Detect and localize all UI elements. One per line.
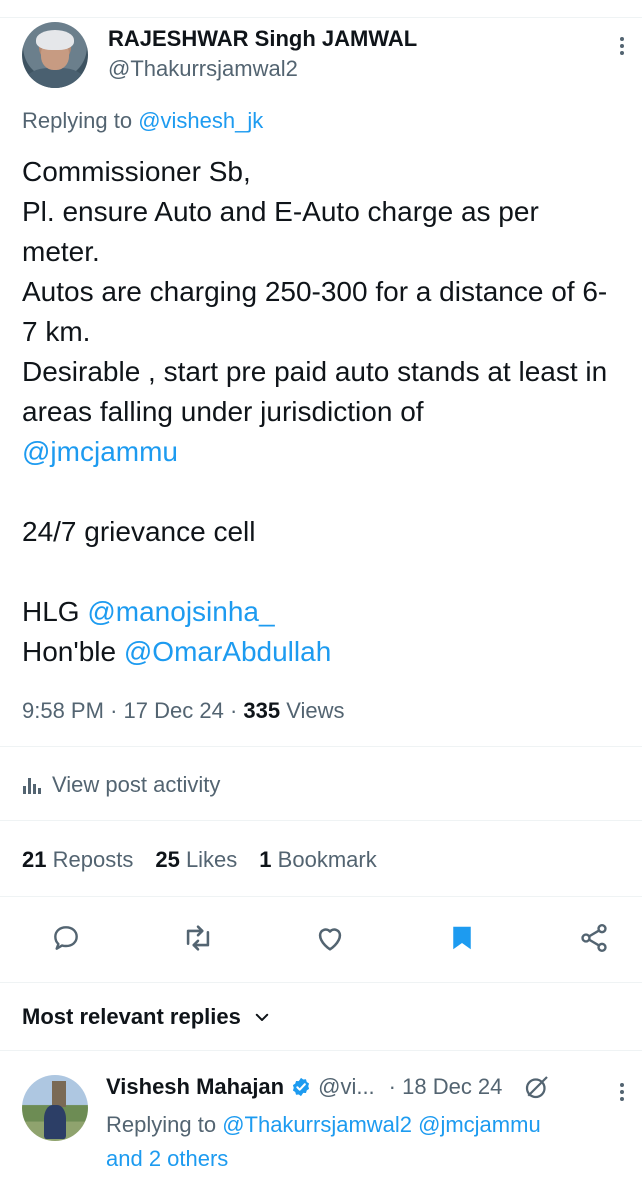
- divider: [0, 982, 642, 983]
- activity-label: View post activity: [52, 772, 221, 797]
- reposts-stat[interactable]: 21 Reposts: [22, 847, 133, 873]
- reposts-count: 21: [22, 847, 47, 872]
- post-line: Desirable , start pre paid auto stands a…: [22, 356, 615, 427]
- divider: [0, 1050, 642, 1051]
- replies-sort-label: Most relevant replies: [22, 1004, 241, 1029]
- reply-replying-prefix: Replying to: [106, 1112, 223, 1137]
- bookmarks-stat[interactable]: 1 Bookmark: [259, 847, 376, 873]
- view-activity-link[interactable]: View post activity: [22, 772, 220, 798]
- reposts-label: Reposts: [52, 847, 134, 872]
- reply-more-options-icon[interactable]: [612, 1080, 632, 1110]
- bookmark-icon[interactable]: [444, 920, 480, 956]
- divider: [0, 896, 642, 897]
- chevron-down-icon: [255, 1013, 269, 1021]
- reply-icon[interactable]: [48, 920, 84, 956]
- reply-date[interactable]: · 18 Dec 24: [389, 1074, 503, 1100]
- likes-stat[interactable]: 25 Likes: [155, 847, 237, 873]
- more-options-icon[interactable]: [612, 34, 632, 64]
- repost-icon[interactable]: [180, 920, 216, 956]
- reply-author-avatar[interactable]: [22, 1075, 88, 1141]
- post-text: Commissioner Sb, Pl. ensure Auto and E-Au…: [22, 152, 622, 672]
- author-avatar[interactable]: [22, 22, 88, 88]
- likes-count: 25: [155, 847, 180, 872]
- reply-author-handle[interactable]: @vi...: [318, 1074, 375, 1100]
- reply-mentions-link[interactable]: @Thakurrsjamwal2 @jmcjammu: [222, 1112, 541, 1137]
- action-bar: [0, 916, 642, 960]
- views-label: Views: [280, 698, 345, 723]
- likes-label: Likes: [185, 847, 238, 872]
- replies-sort-toggle[interactable]: Most relevant replies: [22, 1004, 271, 1030]
- verified-badge-icon: [293, 1077, 310, 1097]
- author-name[interactable]: RAJESHWAR Singh JAMWAL: [108, 26, 417, 52]
- meta-separator: ·: [229, 698, 238, 723]
- reply-header: Vishesh Mahajan @vi... · 18 Dec 24: [106, 1072, 552, 1102]
- post-line: HLG: [22, 596, 88, 627]
- reply-others-link[interactable]: and 2 others: [106, 1142, 626, 1176]
- share-icon[interactable]: [576, 920, 612, 956]
- replying-mention-link[interactable]: @vishesh_jk: [138, 108, 263, 133]
- post-line: Commissioner Sb,: [22, 156, 251, 187]
- post-date[interactable]: 17 Dec 24: [124, 698, 224, 723]
- bookmarks-count: 1: [259, 847, 272, 872]
- reply-author-name[interactable]: Vishesh Mahajan: [106, 1074, 284, 1100]
- grok-icon[interactable]: [522, 1072, 552, 1102]
- reply-replying-to: Replying to @Thakurrsjamwal2 @jmcjammu a…: [106, 1108, 626, 1176]
- bookmarks-label: Bookmark: [277, 847, 377, 872]
- post-line: Pl. ensure Auto and E-Auto charge as per…: [22, 196, 547, 267]
- mention-omarabdullah-link[interactable]: @OmarAbdullah: [124, 636, 331, 667]
- post-line: Hon'ble: [22, 636, 124, 667]
- mention-jmcjammu-link[interactable]: @jmcjammu: [22, 432, 622, 472]
- mention-manojsinha-link[interactable]: @manojsinha_: [87, 596, 274, 627]
- replying-prefix: Replying to: [22, 108, 139, 133]
- replying-to: Replying to @vishesh_jk: [22, 108, 263, 134]
- post-time[interactable]: 9:58 PM: [22, 698, 104, 723]
- post-stats: 21 Reposts 25 Likes 1 Bookmark: [22, 847, 377, 873]
- top-divider: [0, 0, 642, 18]
- meta-separator: ·: [110, 698, 118, 723]
- divider: [0, 820, 642, 821]
- post-line: Autos are charging 250-300 for a distanc…: [22, 276, 608, 347]
- post-meta: 9:58 PM · 17 Dec 24 · 335 Views: [22, 698, 345, 724]
- like-icon[interactable]: [312, 920, 348, 956]
- bar-chart-icon: [22, 774, 42, 796]
- post-line: 24/7 grievance cell: [22, 516, 256, 547]
- author-handle[interactable]: @Thakurrsjamwal2: [108, 56, 298, 82]
- divider: [0, 746, 642, 747]
- views-count: 335: [243, 698, 281, 723]
